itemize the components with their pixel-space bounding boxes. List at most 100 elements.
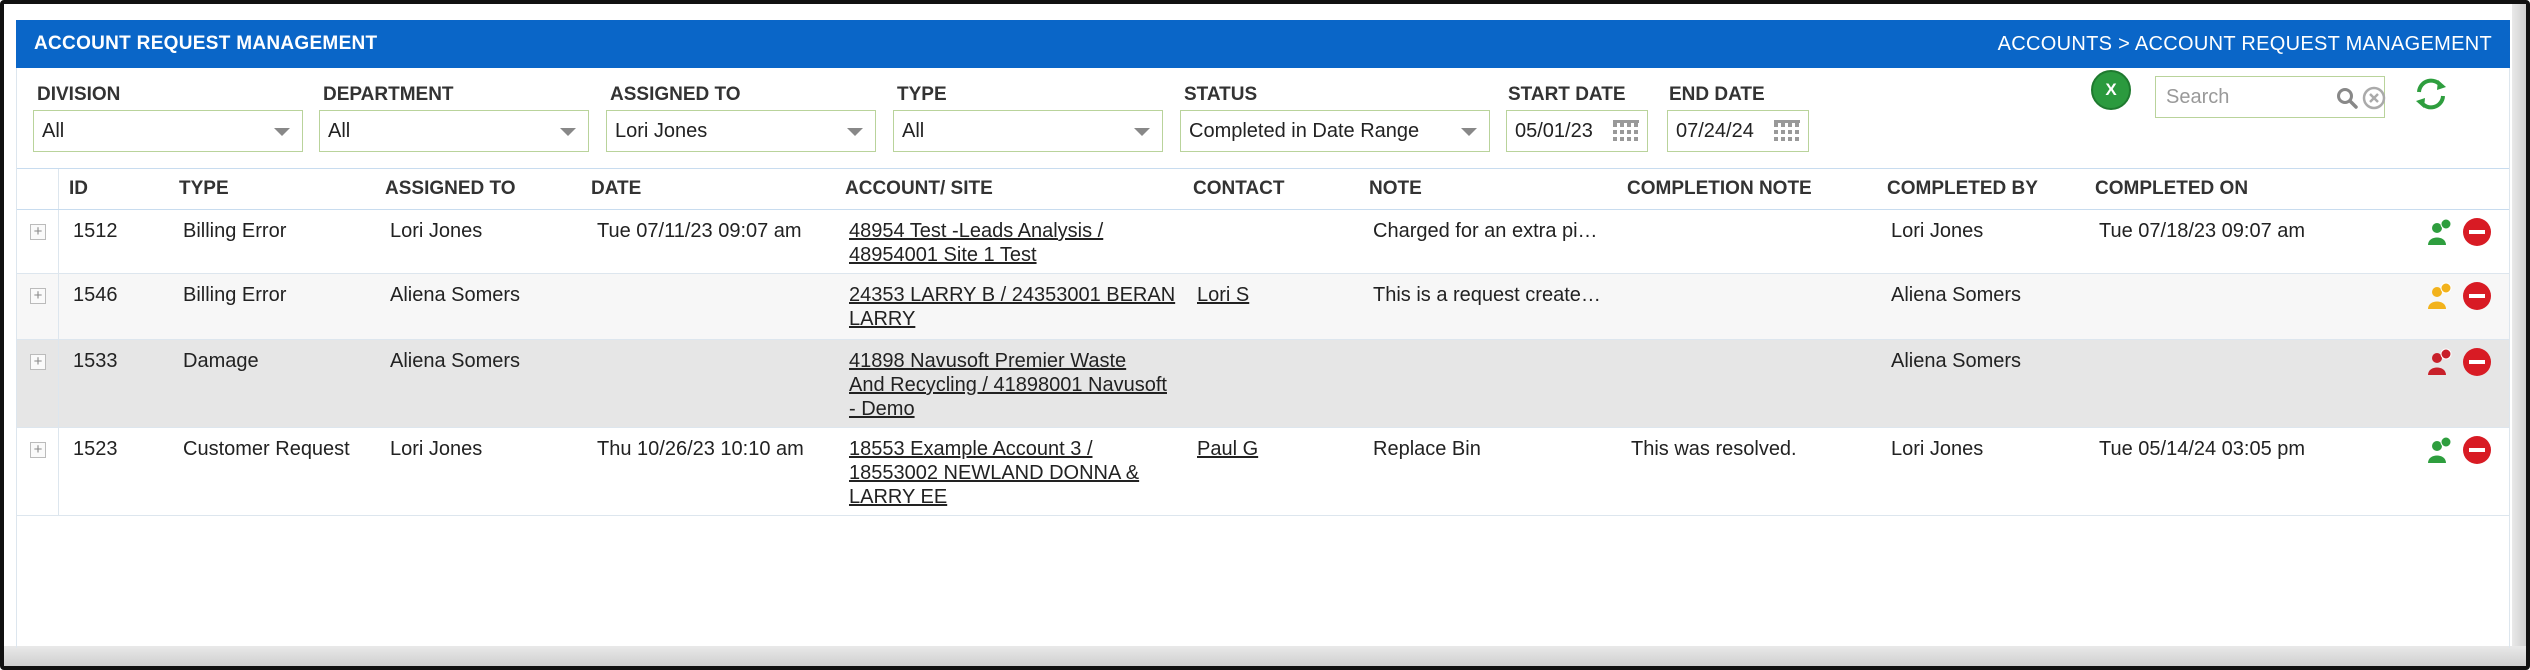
account-site-link[interactable]: 41898 Navusoft Premier Waste And Recycli… bbox=[849, 349, 1167, 421]
status-label: STATUS bbox=[1184, 84, 1258, 105]
excel-icon-glyph: X bbox=[2105, 80, 2117, 99]
start-date-label: START DATE bbox=[1508, 84, 1626, 105]
status-select[interactable]: Completed in Date Range bbox=[1180, 110, 1490, 152]
assigned-to-value: Lori Jones bbox=[615, 119, 708, 142]
status-value: Completed in Date Range bbox=[1189, 119, 1420, 142]
excel-export-icon[interactable]: X bbox=[2091, 70, 2131, 110]
start-date-field[interactable]: 05/01/23 bbox=[1506, 110, 1648, 152]
expander-cell: + bbox=[17, 340, 59, 427]
breadcrumb-accounts[interactable]: ACCOUNTS bbox=[1998, 33, 2113, 55]
account-line: LARRY bbox=[849, 308, 916, 330]
filter-bar: DIVISION All DEPARTMENT All ASSIGNED TO … bbox=[16, 68, 2510, 168]
expander-cell: + bbox=[17, 210, 59, 273]
account-line: - Demo bbox=[849, 398, 915, 420]
end-date-label: END DATE bbox=[1669, 84, 1765, 105]
search-icon[interactable] bbox=[2336, 87, 2358, 109]
account-line: 18553 Example Account 3 / bbox=[849, 438, 1093, 460]
cell-completed-by: Lori Jones bbox=[1891, 220, 1984, 242]
delete-icon[interactable] bbox=[2463, 348, 2491, 376]
calendar-icon[interactable] bbox=[1774, 120, 1800, 144]
refresh-icon[interactable] bbox=[2411, 74, 2451, 114]
chevron-down-icon bbox=[847, 128, 863, 136]
table-row[interactable]: + 1523 Customer Request Lori Jones Thu 1… bbox=[17, 428, 2509, 516]
column-header-account-site[interactable]: ACCOUNT/ SITE bbox=[845, 178, 993, 200]
breadcrumb-current: ACCOUNT REQUEST MANAGEMENT bbox=[2134, 32, 2492, 55]
account-line: 48954001 Site 1 Test bbox=[849, 244, 1037, 266]
division-select[interactable]: All bbox=[33, 110, 303, 152]
cell-type: Billing Error bbox=[183, 220, 287, 242]
column-header-id[interactable]: ID bbox=[69, 178, 88, 200]
chevron-down-icon bbox=[1461, 128, 1477, 136]
cell-assigned-to: Lori Jones bbox=[390, 220, 483, 242]
clear-search-icon[interactable] bbox=[2362, 86, 2386, 110]
column-header-date[interactable]: DATE bbox=[591, 178, 641, 200]
delete-icon[interactable] bbox=[2463, 218, 2491, 246]
cell-id: 1546 bbox=[73, 284, 118, 306]
expand-row-icon[interactable]: + bbox=[30, 354, 46, 370]
assign-user-icon[interactable] bbox=[2427, 282, 2453, 310]
chevron-down-icon bbox=[560, 128, 576, 136]
cell-id: 1523 bbox=[73, 438, 118, 460]
chevron-down-icon bbox=[274, 128, 290, 136]
expander-cell: + bbox=[17, 274, 59, 339]
title-bar: ACCOUNT REQUEST MANAGEMENT ACCOUNTS > AC… bbox=[16, 20, 2510, 68]
search-box[interactable] bbox=[2155, 76, 2386, 118]
page-title: ACCOUNT REQUEST MANAGEMENT bbox=[34, 33, 378, 54]
cell-assigned-to: Aliena Somers bbox=[390, 350, 521, 372]
type-label: TYPE bbox=[897, 84, 947, 105]
calendar-icon[interactable] bbox=[1613, 120, 1639, 144]
account-line: And Recycling / 41898001 Navusoft bbox=[849, 374, 1167, 396]
cell-completed-by: Aliena Somers bbox=[1891, 284, 2022, 306]
cell-completion-note: This was resolved. bbox=[1631, 438, 1797, 460]
cell-completed-on: Tue 05/14/24 03:05 pm bbox=[2099, 438, 2306, 460]
assign-user-icon[interactable] bbox=[2427, 348, 2453, 376]
search-input[interactable] bbox=[2164, 84, 2324, 110]
expand-row-icon[interactable]: + bbox=[30, 288, 46, 304]
contact-link[interactable]: Paul G bbox=[1197, 437, 1258, 461]
account-line: 41898 Navusoft Premier Waste bbox=[849, 350, 1127, 372]
column-header-completed-on[interactable]: COMPLETED ON bbox=[2095, 178, 2248, 200]
chevron-down-icon bbox=[1134, 128, 1150, 136]
requests-table: ID TYPE ASSIGNED TO DATE ACCOUNT/ SITE C… bbox=[16, 168, 2510, 648]
column-header-completion-note[interactable]: COMPLETION NOTE bbox=[1627, 178, 1812, 200]
division-value: All bbox=[42, 119, 65, 142]
cell-type: Customer Request bbox=[183, 438, 350, 460]
breadcrumb: ACCOUNTS > ACCOUNT REQUEST MANAGEMENT bbox=[1998, 33, 2492, 56]
delete-icon[interactable] bbox=[2463, 436, 2491, 464]
assign-user-icon[interactable] bbox=[2427, 436, 2453, 464]
column-header-completed-by[interactable]: COMPLETED BY bbox=[1887, 178, 2038, 200]
table-row[interactable]: + 1546 Billing Error Aliena Somers 24353… bbox=[17, 274, 2509, 340]
type-value: All bbox=[902, 119, 925, 142]
column-header-type[interactable]: TYPE bbox=[179, 178, 229, 200]
cell-id: 1533 bbox=[73, 350, 118, 372]
end-date-value: 07/24/24 bbox=[1676, 119, 1754, 142]
cell-type: Billing Error bbox=[183, 284, 287, 306]
delete-icon[interactable] bbox=[2463, 282, 2491, 310]
cell-completed-by: Aliena Somers bbox=[1891, 350, 2022, 372]
department-select[interactable]: All bbox=[319, 110, 589, 152]
assign-user-icon[interactable] bbox=[2427, 218, 2453, 246]
expand-row-icon[interactable]: + bbox=[30, 224, 46, 240]
column-header-note[interactable]: NOTE bbox=[1369, 178, 1422, 200]
account-site-link[interactable]: 18553 Example Account 3 / 18553002 NEWLA… bbox=[849, 437, 1139, 509]
table-row[interactable]: + 1533 Damage Aliena Somers 41898 Navuso… bbox=[17, 340, 2509, 428]
assigned-to-select[interactable]: Lori Jones bbox=[606, 110, 876, 152]
table-header: ID TYPE ASSIGNED TO DATE ACCOUNT/ SITE C… bbox=[17, 168, 2509, 210]
table-row[interactable]: + 1512 Billing Error Lori Jones Tue 07/1… bbox=[17, 210, 2509, 274]
expander-header bbox=[17, 169, 59, 209]
expander-cell: + bbox=[17, 428, 59, 515]
end-date-field[interactable]: 07/24/24 bbox=[1667, 110, 1809, 152]
account-site-link[interactable]: 24353 LARRY B / 24353001 BERAN LARRY bbox=[849, 283, 1175, 331]
account-line: 48954 Test -Leads Analysis / bbox=[849, 220, 1104, 242]
assigned-to-label: ASSIGNED TO bbox=[610, 84, 741, 105]
app-window: ACCOUNT REQUEST MANAGEMENT ACCOUNTS > AC… bbox=[0, 0, 2530, 670]
contact-link[interactable]: Lori S bbox=[1197, 283, 1249, 307]
column-header-assigned-to[interactable]: ASSIGNED TO bbox=[385, 178, 516, 200]
column-header-contact[interactable]: CONTACT bbox=[1193, 178, 1284, 200]
type-select[interactable]: All bbox=[893, 110, 1163, 152]
account-line: 18553002 NEWLAND DONNA & bbox=[849, 462, 1140, 484]
account-site-link[interactable]: 48954 Test -Leads Analysis / 48954001 Si… bbox=[849, 219, 1103, 267]
expand-row-icon[interactable]: + bbox=[30, 442, 46, 458]
account-line: LARRY EE bbox=[849, 486, 948, 508]
window-shadow-right bbox=[2512, 4, 2526, 666]
